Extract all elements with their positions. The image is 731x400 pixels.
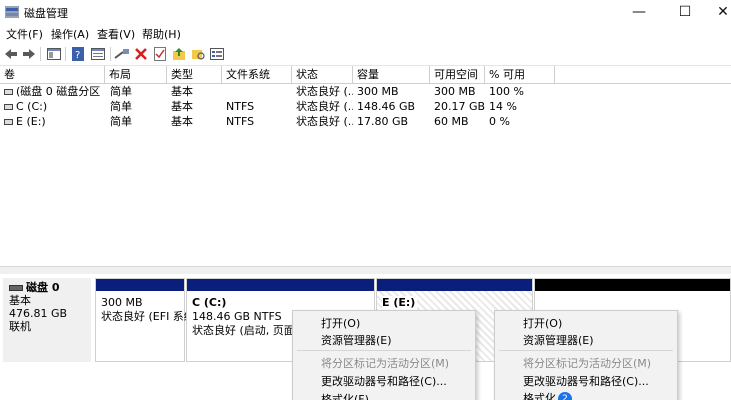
table-cell: 基本 [171,115,193,128]
menu-item-explorer[interactable]: 资源管理器(E) [321,332,392,348]
menu-bar: 文件(F) 操作(A) 查看(V) 帮助(H) [0,24,731,42]
table-cell: 300 MB [434,85,476,98]
folder-search-icon[interactable] [190,46,206,62]
table-cell: 状态良好 (... [296,115,353,128]
delete-icon[interactable] [133,46,149,62]
column-header-free-space[interactable]: 可用空间 [430,66,485,84]
menu-separator [297,350,471,351]
check-icon[interactable] [152,46,168,62]
table-cell: 状态良好 (... [296,100,353,113]
console-tree-icon[interactable] [46,46,62,62]
svg-text:?: ? [75,50,80,61]
table-row[interactable]: E (E:) [4,114,105,129]
volume-icon [4,119,13,125]
menu-help[interactable]: 帮助(H) [142,26,181,42]
table-cell: 300 MB [357,85,399,98]
disk-status: 联机 [9,320,31,333]
partition-title: C (C:) [192,296,227,309]
partition-status: 状态良好 (EFI 系统 [101,310,195,323]
table-row[interactable]: (磁盘 0 磁盘分区 1) [4,84,105,99]
column-header-capacity[interactable]: 容量 [353,66,430,84]
menu-item-open[interactable]: 打开(O) [523,315,562,331]
unallocated-bar [535,279,730,291]
disk-icon [9,285,23,291]
table-cell: NTFS [226,115,255,128]
column-header-volume[interactable]: 卷 [0,66,105,84]
column-header-filler [555,66,731,84]
volume-icon [4,89,13,95]
menu-item-format[interactable]: 格式化(F)... [321,391,379,400]
partition-efi[interactable]: 300 MB 状态良好 (EFI 系统 [95,278,195,362]
table-cell: 60 MB [434,115,469,128]
window-title: 磁盘管理 [24,7,68,20]
table-row[interactable]: C (C:) [4,99,105,114]
menu-item-mark-active: 将分区标记为活动分区(M) [321,357,450,370]
toolbar: ? [0,42,731,66]
disk-name: 磁盘 0 [26,281,60,294]
connect-icon[interactable] [114,46,130,62]
table-cell: 0 % [489,115,510,128]
table-cell: 基本 [171,100,193,113]
pane-splitter[interactable] [0,266,731,274]
title-bar: 磁盘管理 — ☐ ✕ [0,0,731,24]
menu-file[interactable]: 文件(F) [6,26,43,42]
context-menu-right: 打开(O) 资源管理器(E) 将分区标记为活动分区(M) 更改驱动器号和路径(C… [494,310,678,400]
partition-bar [377,279,532,291]
partition-title: E (E:) [382,296,418,310]
forward-arrow-icon[interactable] [21,46,37,62]
table-cell: 简单 [110,115,132,128]
menu-item-explorer[interactable]: 资源管理器(E) [523,332,594,348]
partition-bar [187,279,374,291]
table-cell: 状态良好 (... [296,85,353,98]
table-cell: 100 % [489,85,524,98]
table-cell: 14 % [489,100,517,113]
column-header-filesystem[interactable]: 文件系统 [222,66,292,84]
partition-size: 300 MB [101,296,143,309]
column-header-status[interactable]: 状态 [292,66,353,84]
menu-item-change-drive-letter[interactable]: 更改驱动器号和路径(C)... [321,373,447,389]
disk-size: 476.81 GB [9,307,68,320]
menu-item-mark-active: 将分区标记为活动分区(M) [523,357,652,370]
table-cell: 基本 [171,85,193,98]
menu-item-format[interactable]: 格式化 2 [523,390,572,400]
context-menu-left: 打开(O) 资源管理器(E) 将分区标记为活动分区(M) 更改驱动器号和路径(C… [292,310,476,400]
minimize-button[interactable]: — [616,0,662,24]
table-cell: 简单 [110,100,132,113]
column-header-layout[interactable]: 布局 [105,66,167,84]
menu-item-open[interactable]: 打开(O) [321,315,360,331]
column-header-percent-free[interactable]: % 可用 [485,66,555,84]
partition-bar [96,279,184,291]
volume-icon [4,104,13,110]
back-arrow-icon[interactable] [3,46,19,62]
table-cell: 17.80 GB [357,115,409,128]
menu-item-change-drive-letter[interactable]: 更改驱动器号和路径(C)... [523,373,649,389]
partition-size: 148.46 GB NTFS [192,310,282,323]
disk-management-app-icon [5,6,19,18]
volume-list: 卷 布局 类型 文件系统 状态 容量 可用空间 % 可用 (磁盘 0 磁盘分区 … [0,66,731,266]
help-icon[interactable]: ? [70,46,86,62]
partition-status: 状态良好 (启动, 页面 [192,324,295,337]
properties-icon[interactable] [90,46,106,62]
menu-action[interactable]: 操作(A) [51,26,89,42]
menu-separator [499,350,673,351]
folder-up-icon[interactable] [171,46,187,62]
table-cell: 简单 [110,85,132,98]
table-cell: 20.17 GB [434,100,486,113]
close-button[interactable]: ✕ [700,0,731,24]
menu-view[interactable]: 查看(V) [97,26,135,42]
disk-type: 基本 [9,294,31,307]
table-cell: NTFS [226,100,255,113]
list-view-icon[interactable] [209,46,225,62]
column-header-type[interactable]: 类型 [167,66,222,84]
table-cell: 148.46 GB [357,100,416,113]
step-badge: 2 [558,392,572,400]
disk-0-label[interactable]: 磁盘 0 基本 476.81 GB 联机 [3,278,91,362]
